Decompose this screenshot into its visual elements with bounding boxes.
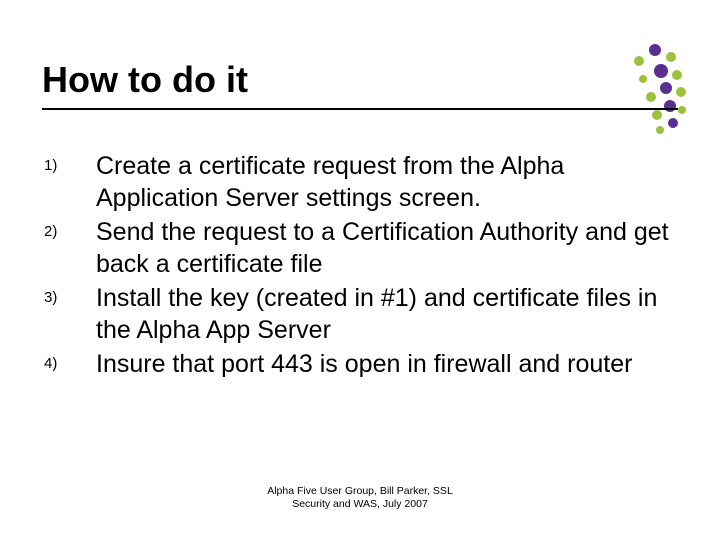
content-area: 1)Create a certificate request from the …: [44, 150, 676, 382]
footer-line-2: Security and WAS, July 2007: [0, 498, 720, 512]
step-text: Install the key (created in #1) and cert…: [96, 282, 676, 346]
title-underline: [42, 108, 678, 110]
steps-list: 1)Create a certificate request from the …: [44, 150, 676, 380]
dot-icon: [678, 106, 686, 114]
step-text: Send the request to a Certification Auth…: [96, 216, 676, 280]
step-text: Insure that port 443 is open in firewall…: [96, 348, 632, 380]
list-item: 2)Send the request to a Certification Au…: [44, 216, 676, 280]
list-item: 1)Create a certificate request from the …: [44, 150, 676, 214]
dot-icon: [656, 126, 664, 134]
step-number: 2): [44, 216, 96, 240]
list-item: 3)Install the key (created in #1) and ce…: [44, 282, 676, 346]
step-text: Create a certificate request from the Al…: [96, 150, 676, 214]
slide: How to do it 1)Create a certificate requ…: [0, 0, 720, 540]
step-number: 1): [44, 150, 96, 174]
footer-line-1: Alpha Five User Group, Bill Parker, SSL: [0, 485, 720, 499]
step-number: 3): [44, 282, 96, 306]
footer: Alpha Five User Group, Bill Parker, SSL …: [0, 485, 720, 512]
list-item: 4)Insure that port 443 is open in firewa…: [44, 348, 676, 380]
slide-title: How to do it: [42, 60, 678, 100]
dot-icon: [668, 118, 678, 128]
dot-icon: [649, 44, 661, 56]
step-number: 4): [44, 348, 96, 372]
title-area: How to do it: [42, 60, 678, 110]
dot-icon: [652, 110, 662, 120]
